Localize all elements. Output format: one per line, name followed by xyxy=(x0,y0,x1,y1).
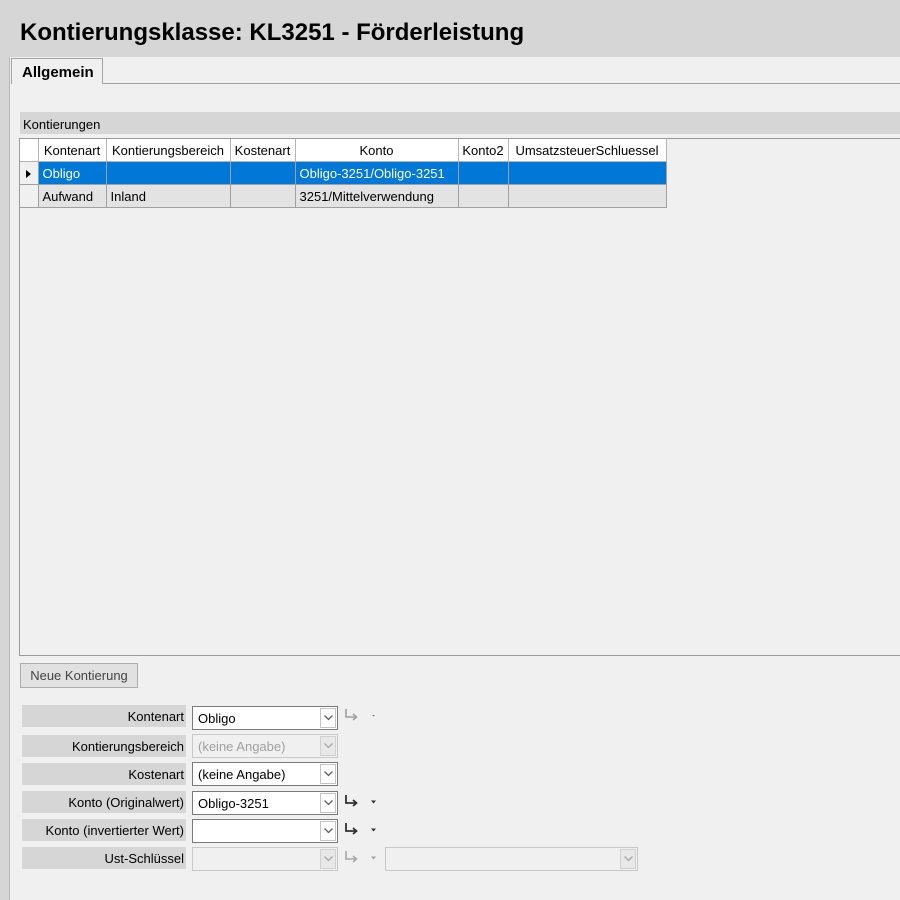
row-selector[interactable] xyxy=(20,161,39,185)
kontierungen-grid[interactable]: Kontenart Kontierungsbereich Kostenart K… xyxy=(19,138,900,656)
table-cell[interactable] xyxy=(230,184,296,208)
kontenart-select[interactable]: Obligo xyxy=(192,706,338,730)
row-selector[interactable] xyxy=(20,184,39,208)
tab-divider xyxy=(103,83,900,84)
table-header-row: Kontenart Kontierungsbereich Kostenart K… xyxy=(20,139,667,162)
kostenart-select[interactable]: (keine Angabe) xyxy=(192,762,338,786)
chevron-down-icon xyxy=(320,736,336,756)
konto-original-value: Obligo-3251 xyxy=(198,796,269,811)
kontenart-value: Obligo xyxy=(198,711,236,726)
konto-invertiert-label: Konto (invertierter Wert) xyxy=(22,819,186,841)
column-header-kontenart[interactable]: Kontenart xyxy=(38,139,107,162)
table-cell[interactable]: Aufwand xyxy=(38,184,107,208)
chevron-down-icon[interactable] xyxy=(370,713,377,719)
kontierungen-section-header: Kontierungen xyxy=(20,112,900,134)
table-cell[interactable] xyxy=(458,184,509,208)
chevron-down-icon[interactable] xyxy=(320,764,336,784)
ust-schluessel-label: Ust-Schlüssel xyxy=(22,847,186,869)
column-header-konto[interactable]: Konto xyxy=(295,139,459,162)
table-cell[interactable] xyxy=(106,161,231,185)
tab-allgemein[interactable]: Allgemein xyxy=(11,58,103,84)
kostenart-value: (keine Angabe) xyxy=(198,767,286,782)
table-cell[interactable]: Inland xyxy=(106,184,231,208)
left-edge xyxy=(0,0,10,900)
row-header-corner xyxy=(20,139,39,162)
chevron-down-icon xyxy=(371,856,376,860)
chevron-down-icon xyxy=(320,849,336,869)
chevron-down-icon xyxy=(620,849,636,869)
chevron-down-icon[interactable] xyxy=(370,827,377,833)
ust-schluessel-detail-select xyxy=(385,847,638,871)
kontenart-label: Kontenart xyxy=(22,705,186,727)
chevron-down-icon[interactable] xyxy=(320,793,336,813)
table-cell[interactable] xyxy=(230,161,296,185)
table-cell[interactable] xyxy=(508,161,667,185)
chevron-down-icon[interactable] xyxy=(320,708,336,728)
goto-arrow-icon[interactable] xyxy=(344,708,362,726)
column-header-konto2[interactable]: Konto2 xyxy=(458,139,509,162)
title-bar: Kontierungsklasse: KL3251 - Förderleistu… xyxy=(9,0,900,57)
konto-invertiert-select[interactable] xyxy=(192,819,338,843)
column-header-ust-schluessel[interactable]: UmsatzsteuerSchluessel xyxy=(508,139,667,162)
table-cell[interactable]: Obligo xyxy=(38,161,107,185)
table-row[interactable]: Obligo Obligo-3251/Obligo-3251 xyxy=(20,161,667,185)
chevron-down-icon[interactable] xyxy=(370,799,377,805)
table-cell[interactable] xyxy=(458,161,509,185)
chevron-down-icon[interactable] xyxy=(320,821,336,841)
ust-schluessel-select xyxy=(192,847,338,871)
kontierungsbereich-value: (keine Angabe) xyxy=(198,739,286,754)
goto-arrow-icon[interactable] xyxy=(344,794,362,812)
row-pointer-icon xyxy=(26,169,32,178)
new-kontierung-button[interactable]: Neue Kontierung xyxy=(20,663,138,688)
goto-arrow-icon xyxy=(345,851,358,863)
kontierungen-table: Kontenart Kontierungsbereich Kostenart K… xyxy=(20,139,667,208)
konto-original-label: Konto (Originalwert) xyxy=(22,791,186,813)
page-title: Kontierungsklasse: KL3251 - Förderleistu… xyxy=(20,19,525,46)
column-header-kostenart[interactable]: Kostenart xyxy=(230,139,296,162)
table-cell[interactable]: 3251/Mittelverwendung xyxy=(295,184,459,208)
goto-arrow-icon[interactable] xyxy=(344,822,362,840)
table-cell[interactable]: Obligo-3251/Obligo-3251 xyxy=(295,161,459,185)
column-header-kontierungsbereich[interactable]: Kontierungsbereich xyxy=(106,139,231,162)
kontierungsbereich-select: (keine Angabe) xyxy=(192,734,338,758)
konto-original-select[interactable]: Obligo-3251 xyxy=(192,791,338,815)
kontierungsbereich-label: Kontierungsbereich xyxy=(22,735,186,757)
table-cell[interactable] xyxy=(508,184,667,208)
kostenart-label: Kostenart xyxy=(22,763,186,785)
table-row[interactable]: Aufwand Inland 3251/Mittelverwendung xyxy=(20,184,667,208)
